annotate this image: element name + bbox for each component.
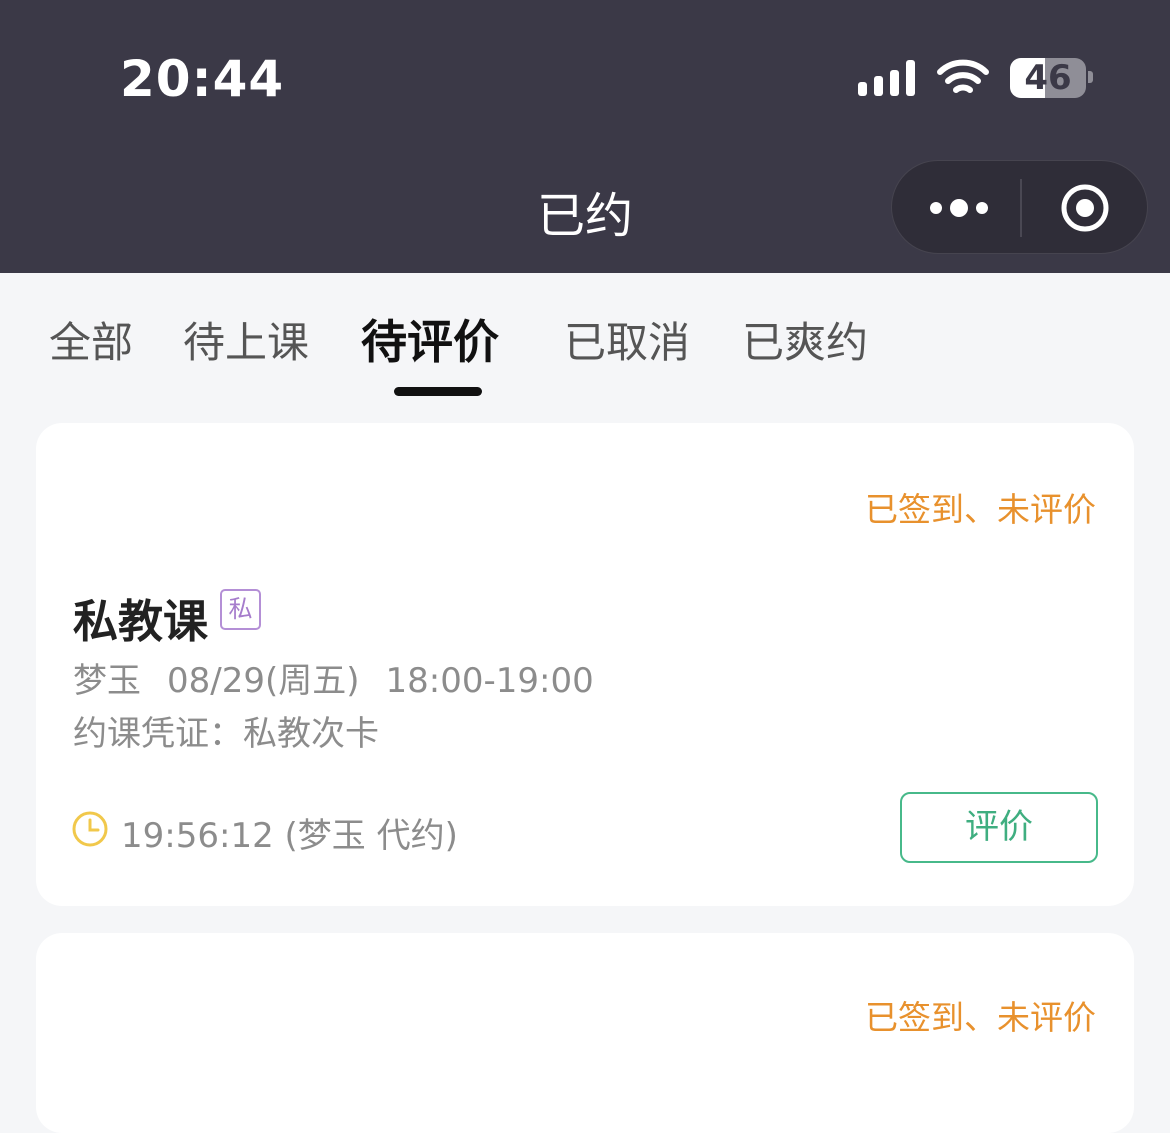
review-button[interactable]: 评价 <box>900 792 1098 863</box>
booking-time-range: 18:00-19:00 <box>385 661 594 701</box>
coach-name: 梦玉 <box>73 661 141 701</box>
header: 20:44 46 已约 <box>0 0 1170 273</box>
signal-icon <box>858 60 915 96</box>
private-tag: 私 <box>220 589 261 630</box>
tab-all[interactable]: 全部 <box>49 309 133 370</box>
tab-cancelled[interactable]: 已取消 <box>564 309 690 370</box>
battery-icon: 46 <box>1010 58 1086 98</box>
booking-status: 已签到、未评价 <box>865 490 1096 529</box>
booking-status: 已签到、未评价 <box>865 998 1096 1037</box>
booking-credential: 约课凭证：私教次卡 <box>73 714 379 754</box>
tab-pending-review[interactable]: 待评价 <box>361 306 499 372</box>
tab-bar: 全部 待上课 待评价 已取消 已爽约 <box>0 273 1170 413</box>
more-icon[interactable] <box>928 193 990 223</box>
course-title: 私教课 <box>73 595 209 648</box>
booking-card[interactable]: 已签到、未评价 私教课 私 梦玉 08/29(周五) 18:00-19:00 约课凭… <box>36 423 1134 906</box>
booking-details: 梦玉 08/29(周五) 18:00-19:00 <box>73 653 620 702</box>
status-time: 20:44 <box>120 50 285 108</box>
tab-upcoming[interactable]: 待上课 <box>183 309 309 370</box>
active-tab-indicator <box>394 387 482 396</box>
tab-missed[interactable]: 已爽约 <box>742 309 868 370</box>
clock-icon <box>72 811 108 847</box>
booked-at: 19:56:12 (梦玉 代约) <box>121 816 458 856</box>
mini-program-capsule <box>891 160 1148 254</box>
capsule-divider <box>1020 179 1022 237</box>
close-target-icon[interactable] <box>1059 182 1111 234</box>
wifi-icon <box>937 59 989 93</box>
battery-tip <box>1088 71 1093 83</box>
booking-card[interactable]: 已签到、未评价 <box>36 933 1134 1133</box>
booking-date: 08/29(周五) <box>167 661 360 701</box>
battery-level: 46 <box>1024 58 1072 98</box>
